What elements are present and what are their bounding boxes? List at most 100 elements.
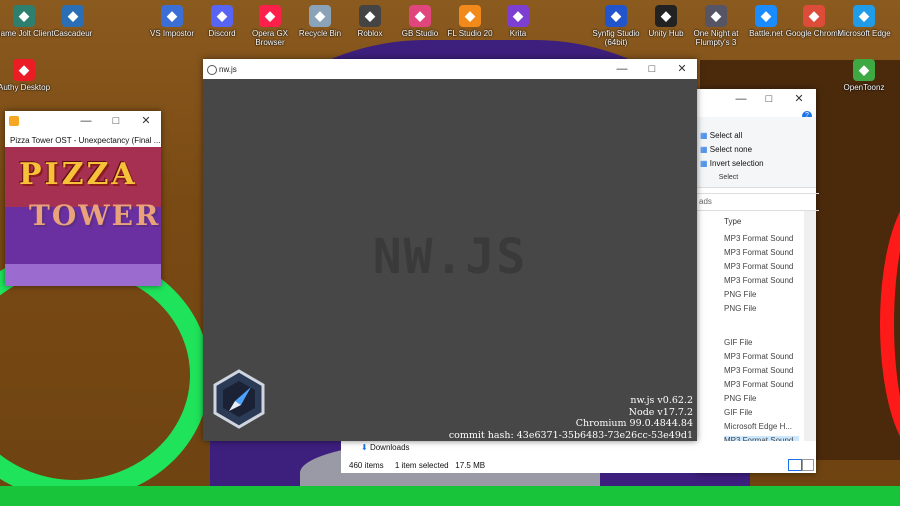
album-art-title-top: PIZZA bbox=[19, 157, 138, 192]
flumpty-icon: ◆ bbox=[705, 5, 727, 27]
fl-studio-icon: ◆ bbox=[459, 5, 481, 27]
nwjs-titlebar[interactable]: nw.js — □ ✕ bbox=[203, 59, 697, 79]
battle-net-icon: ◆ bbox=[755, 5, 777, 27]
nav-item-downloads[interactable]: ⬇ Downloads bbox=[361, 443, 410, 452]
search-box[interactable]: ads bbox=[696, 193, 819, 211]
album-art-banner bbox=[5, 264, 161, 286]
desktop-shortcut-label: Krita bbox=[509, 29, 527, 38]
desktop-shortcut-label: One Night at Flumpty's 3 bbox=[693, 29, 739, 47]
roblox-icon: ◆ bbox=[359, 5, 381, 27]
desktop-shortcut-label: Cascadeur bbox=[53, 29, 93, 38]
wallpaper-shape bbox=[0, 250, 210, 500]
song-title: Pizza Tower OST - Unexpectancy (Final ..… bbox=[10, 136, 161, 145]
file-row-type[interactable]: PNG File bbox=[724, 304, 756, 313]
desktop-shortcut-label: Microsoft Edge bbox=[837, 29, 891, 38]
maximize-button[interactable]: □ bbox=[754, 89, 784, 109]
tiles-view-icon[interactable] bbox=[802, 459, 814, 471]
file-row-type[interactable]: MP3 Format Sound bbox=[724, 352, 793, 361]
opentoonz-icon: ◆ bbox=[853, 59, 875, 81]
desktop-shortcut-label: Synfig Studio (64bit) bbox=[592, 29, 640, 47]
ribbon-group-label: Select bbox=[718, 174, 739, 181]
media-player-titlebar[interactable]: — □ ✕ bbox=[5, 111, 161, 131]
file-row-type[interactable]: GIF File bbox=[724, 338, 752, 347]
minimize-button[interactable]: — bbox=[726, 89, 756, 109]
file-row-type[interactable]: MP3 Format Sound bbox=[724, 248, 793, 257]
album-art-title-bottom: TOWER bbox=[29, 199, 161, 232]
desktop-shortcut-label: OpenToonz bbox=[843, 83, 885, 92]
desktop-shortcut-label: Roblox bbox=[357, 29, 383, 38]
desktop-shortcut[interactable]: ◆ Authy Desktop bbox=[0, 59, 54, 92]
nwjs-logo-text: NW.JS bbox=[372, 229, 528, 285]
select-all-label: Select all bbox=[709, 131, 743, 140]
gb-studio-icon: ◆ bbox=[409, 5, 431, 27]
column-header-type[interactable]: Type bbox=[724, 217, 741, 226]
unity-hub-icon: ◆ bbox=[655, 5, 677, 27]
globe-icon bbox=[207, 65, 217, 75]
ribbon: ▦ Select all ▦ Select none ▦ Invert sele… bbox=[696, 117, 816, 188]
desktop-shortcut[interactable]: ◆ Microsoft Edge bbox=[834, 5, 894, 38]
desktop-shortcut[interactable]: ◆ Krita bbox=[488, 5, 548, 38]
krita-icon: ◆ bbox=[507, 5, 529, 27]
chromium-version: Chromium 99.0.4844.84 bbox=[575, 418, 693, 429]
close-button[interactable]: ✕ bbox=[667, 59, 697, 79]
file-row-type[interactable]: MP3 Format Sound bbox=[724, 366, 793, 375]
media-player-window[interactable]: — □ ✕ Pizza Tower OST - Unexpectancy (Fi… bbox=[5, 111, 161, 286]
nwjs-logo-icon bbox=[213, 369, 265, 429]
desktop-shortcut-label: VS Impostor bbox=[149, 29, 194, 38]
select-all-button[interactable]: ▦ Select all bbox=[700, 131, 742, 140]
item-count: 460 items bbox=[349, 461, 384, 470]
edge-icon: ◆ bbox=[853, 5, 875, 27]
file-row-type[interactable]: MP3 Format Sound bbox=[724, 234, 793, 243]
commit-hash: commit hash: 43e6371-35b6483-73e26cc-53e… bbox=[448, 429, 693, 441]
desktop-shortcut-label: Authy Desktop bbox=[0, 83, 51, 92]
chrome-icon: ◆ bbox=[803, 5, 825, 27]
maximize-button[interactable]: □ bbox=[637, 59, 667, 79]
desktop-shortcut-label: Opera GX Browser bbox=[251, 29, 288, 47]
status-bar: 460 items 1 item selected 17.5 MB bbox=[349, 461, 485, 470]
invert-selection-label: Invert selection bbox=[709, 159, 764, 168]
desktop-shortcut-label: FL Studio 20 bbox=[447, 29, 493, 38]
desktop-shortcut-label: Battle.net bbox=[749, 29, 783, 38]
invert-selection-icon: ▦ bbox=[700, 159, 708, 168]
file-explorer-window[interactable]: — □ ✕ ? ▦ Select all ▦ Select none ▦ Inv… bbox=[696, 89, 819, 473]
select-none-button[interactable]: ▦ Select none bbox=[700, 145, 752, 154]
select-none-label: Select none bbox=[709, 145, 753, 154]
cascadeur-icon: ◆ bbox=[62, 5, 84, 27]
vertical-scrollbar[interactable] bbox=[804, 211, 816, 451]
file-row-type[interactable]: PNG File bbox=[724, 290, 756, 299]
desktop-shortcut[interactable]: ◆ OpenToonz bbox=[834, 59, 894, 92]
minimize-button[interactable]: — bbox=[607, 59, 637, 79]
minimize-button[interactable]: — bbox=[71, 111, 101, 131]
invert-selection-button[interactable]: ▦ Invert selection bbox=[700, 159, 764, 168]
file-row-type[interactable]: MP3 Format Sound bbox=[724, 276, 793, 285]
file-row-type[interactable]: Microsoft Edge H... bbox=[724, 422, 792, 431]
select-all-icon: ▦ bbox=[700, 131, 708, 140]
opera-gx-icon: ◆ bbox=[259, 5, 281, 27]
window-title: nw.js bbox=[219, 65, 237, 74]
media-player-app-icon bbox=[9, 116, 19, 126]
file-row-type[interactable]: MP3 Format Sound bbox=[724, 380, 793, 389]
desktop-shortcut-label: Unity Hub bbox=[648, 29, 684, 38]
desktop-shortcut-label: Discord bbox=[208, 29, 236, 38]
wallpaper-shape bbox=[0, 486, 900, 506]
game-jolt-icon: ◆ bbox=[13, 5, 35, 27]
file-row-type[interactable]: PNG File bbox=[724, 394, 756, 403]
desktop-shortcut[interactable]: ◆ Cascadeur bbox=[43, 5, 103, 38]
discord-icon: ◆ bbox=[211, 5, 233, 27]
synfig-icon: ◆ bbox=[605, 5, 627, 27]
close-button[interactable]: ✕ bbox=[784, 89, 814, 109]
file-row-type[interactable]: MP3 Format Sound bbox=[724, 262, 793, 271]
maximize-button[interactable]: □ bbox=[101, 111, 131, 131]
recycle-bin-icon: ◆ bbox=[309, 5, 331, 27]
file-row-type[interactable]: GIF File bbox=[724, 408, 752, 417]
version-info: nw.js v0.62.2 Node v17.7.2 Chromium 99.0… bbox=[449, 395, 693, 441]
authy-icon: ◆ bbox=[13, 59, 35, 81]
close-button[interactable]: ✕ bbox=[131, 111, 161, 131]
explorer-titlebar[interactable]: — □ ✕ bbox=[696, 89, 816, 109]
album-art: PIZZA TOWER bbox=[5, 147, 161, 286]
selection-count: 1 item selected bbox=[394, 461, 449, 470]
select-none-icon: ▦ bbox=[700, 145, 708, 154]
nwjs-version: nw.js v0.62.2 bbox=[630, 395, 693, 406]
nwjs-window[interactable]: nw.js — □ ✕ NW.JS nw.js v0.62.2 Node v17… bbox=[203, 59, 697, 441]
details-view-icon[interactable] bbox=[788, 459, 802, 471]
